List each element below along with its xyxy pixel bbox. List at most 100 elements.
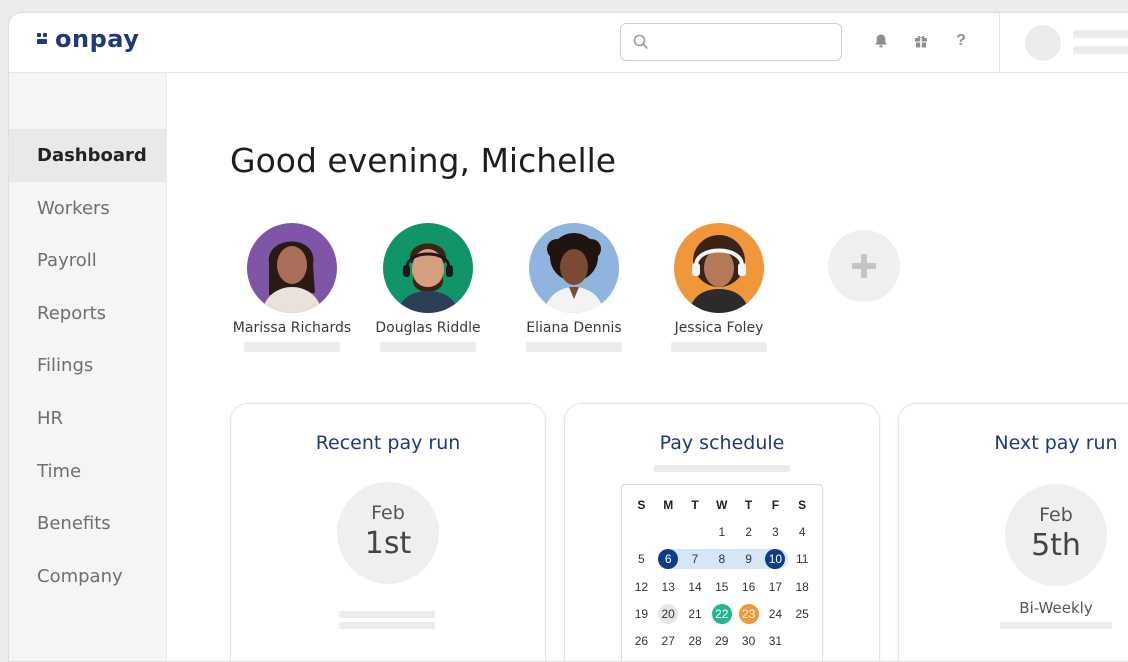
calendar-day[interactable]: 9 — [735, 548, 762, 570]
sidebar-item-time[interactable]: Time — [9, 445, 167, 498]
team-member-role-placeholder — [526, 342, 622, 352]
calendar-day[interactable] — [655, 521, 682, 543]
date-badge: Feb 5th — [1005, 484, 1107, 586]
calendar-day[interactable]: 26 — [628, 630, 655, 652]
calendar-day-payday[interactable]: 22 — [708, 603, 735, 625]
logo-text: onpay — [55, 25, 140, 53]
calendar-day-selected[interactable]: 10 — [762, 548, 789, 570]
calendar-day[interactable]: 1 — [708, 521, 735, 543]
calendar-weekday-row: S M T W T F S — [628, 491, 816, 518]
calendar-day[interactable]: 7 — [682, 548, 709, 570]
pay-calendar[interactable]: S M T W T F S 1 2 3 4 5 6 7 8 9 10 11 12… — [621, 484, 823, 661]
date-month: Feb — [371, 502, 405, 524]
calendar-week: 5 6 7 8 9 10 11 — [628, 546, 816, 573]
pay-schedule-card[interactable]: Pay schedule S M T W T F S 1 2 3 4 5 6 7… — [564, 403, 880, 661]
calendar-week: 1 2 3 4 — [628, 518, 816, 545]
calendar-day[interactable]: 27 — [655, 630, 682, 652]
calendar-day-selected[interactable]: 6 — [655, 548, 682, 570]
team-member[interactable]: Douglas Riddle — [366, 223, 490, 352]
text-placeholder — [339, 622, 435, 629]
text-placeholder — [339, 611, 435, 618]
day-marker: 6 — [658, 549, 679, 570]
bell-icon[interactable] — [871, 31, 891, 51]
avatar — [383, 223, 473, 313]
calendar-day[interactable]: 17 — [762, 576, 789, 598]
help-icon[interactable]: ? — [951, 31, 971, 51]
sidebar-item-workers[interactable]: Workers — [9, 182, 167, 235]
team-member-name: Jessica Foley — [674, 320, 764, 336]
sidebar-item-filings[interactable]: Filings — [9, 339, 167, 392]
sidebar-item-company[interactable]: Company — [9, 550, 167, 603]
onpay-logo[interactable]: onpay — [35, 25, 139, 53]
weekday-label: M — [663, 497, 674, 512]
sidebar-item-dashboard[interactable]: Dashboard — [9, 129, 167, 182]
calendar-week: 19 20 21 22 23 24 25 — [628, 600, 816, 627]
sidebar-item-payroll[interactable]: Payroll — [9, 234, 167, 287]
page-title: Good evening, Michelle — [230, 141, 617, 180]
card-title: Pay schedule — [659, 432, 785, 454]
calendar-day[interactable]: 5 — [628, 548, 655, 570]
search-box[interactable] — [620, 23, 842, 61]
user-avatar[interactable] — [1025, 25, 1061, 61]
weekday-label: T — [744, 497, 753, 512]
calendar-day[interactable]: 2 — [735, 521, 762, 543]
team-member-role-placeholder — [380, 342, 476, 352]
add-person-button[interactable] — [828, 230, 900, 302]
calendar-day[interactable] — [682, 521, 709, 543]
team-member[interactable]: Eliana Dennis — [512, 223, 636, 352]
calendar-day-deadline[interactable]: 23 — [735, 603, 762, 625]
text-placeholder — [654, 465, 790, 472]
header-divider — [999, 13, 1000, 73]
calendar-day[interactable]: 19 — [628, 603, 655, 625]
calendar-day[interactable]: 25 — [789, 603, 816, 625]
search-input[interactable] — [657, 30, 833, 54]
calendar-day[interactable]: 24 — [762, 603, 789, 625]
avatar — [674, 223, 764, 313]
calendar-day[interactable]: 18 — [789, 576, 816, 598]
pay-frequency: Bi-Weekly — [1019, 599, 1093, 617]
team-member-role-placeholder — [244, 342, 340, 352]
calendar-day[interactable]: 29 — [708, 630, 735, 652]
weekday-label: S — [637, 497, 646, 512]
day-marker: 23 — [738, 603, 759, 624]
text-placeholder — [1000, 622, 1112, 629]
calendar-grid: S M T W T F S 1 2 3 4 5 6 7 8 9 10 11 12… — [628, 491, 816, 655]
recent-pay-run-card[interactable]: Recent pay run Feb 1st — [230, 403, 546, 661]
sidebar-item-hr[interactable]: HR — [9, 392, 167, 445]
next-pay-run-card[interactable]: Next pay run Feb 5th Bi-Weekly — [898, 403, 1128, 661]
weekday-label: S — [798, 497, 807, 512]
card-title: Next pay run — [994, 432, 1118, 454]
gift-icon[interactable] — [911, 31, 931, 51]
weekday-label: T — [691, 497, 699, 512]
day-marker: 10 — [765, 549, 786, 570]
day-marker: 20 — [658, 603, 679, 624]
sidebar-item-benefits[interactable]: Benefits — [9, 497, 167, 550]
user-name-placeholder — [1073, 30, 1128, 38]
calendar-day[interactable]: 28 — [682, 630, 709, 652]
calendar-day[interactable]: 30 — [735, 630, 762, 652]
calendar-day[interactable]: 21 — [682, 603, 709, 625]
calendar-day[interactable]: 3 — [762, 521, 789, 543]
plus-icon — [852, 254, 876, 278]
team-member-name: Eliana Dennis — [526, 320, 622, 336]
team-member[interactable]: Jessica Foley — [657, 223, 781, 352]
calendar-day[interactable]: 12 — [628, 576, 655, 598]
card-title: Recent pay run — [315, 432, 461, 454]
calendar-day[interactable]: 13 — [655, 576, 682, 598]
calendar-day[interactable]: 16 — [735, 576, 762, 598]
calendar-day[interactable] — [789, 630, 816, 652]
calendar-day[interactable] — [628, 521, 655, 543]
date-day: 1st — [364, 526, 412, 561]
calendar-day-today[interactable]: 20 — [655, 603, 682, 625]
calendar-day[interactable]: 15 — [708, 576, 735, 598]
user-role-placeholder — [1073, 46, 1128, 54]
sidebar-item-reports[interactable]: Reports — [9, 287, 167, 340]
calendar-day[interactable]: 14 — [682, 576, 709, 598]
team-member[interactable]: Marissa Richards — [230, 223, 354, 352]
calendar-day[interactable]: 11 — [789, 548, 816, 570]
calendar-day[interactable]: 31 — [762, 630, 789, 652]
avatar — [529, 223, 619, 313]
team-member-name: Marissa Richards — [232, 320, 352, 336]
calendar-day[interactable]: 4 — [789, 521, 816, 543]
calendar-day[interactable]: 8 — [708, 548, 735, 570]
